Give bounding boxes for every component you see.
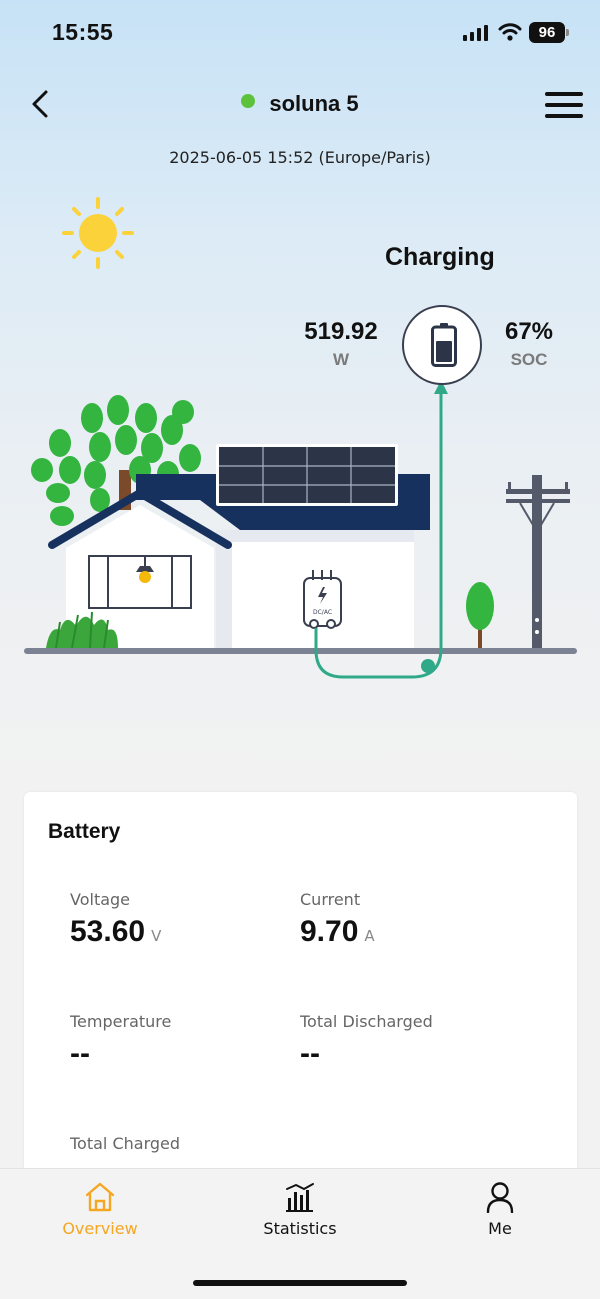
cellular-signal-icon [463,25,488,41]
inverter-label: DC/AC [313,609,332,616]
status-bar: 15:55 96 [0,0,600,66]
nav-overview-label: Overview [62,1219,138,1238]
current-value: 9.70 [300,915,359,948]
home-indicator [193,1280,407,1286]
home-icon [85,1182,115,1212]
battery-icon: 96 [529,22,569,43]
menu-icon[interactable] [545,92,583,118]
voltage-value: 53.60 [70,915,146,948]
nav-me[interactable]: Me [430,1181,570,1238]
wifi-icon [498,23,522,41]
soc-value: 67% [504,318,554,345]
battery-card-title: Battery [48,820,121,843]
timestamp: 2025-06-05 15:52 (Europe/Paris) [169,148,431,167]
nav-statistics-label: Statistics [263,1219,337,1238]
bar-chart-icon [286,1183,314,1212]
utility-pole-illustration [506,475,570,650]
current-unit: A [364,927,375,945]
charging-status: Charging [385,243,495,271]
total-charged-label: Total Charged [70,1134,181,1153]
total-charged-metric: Total Charged [70,1134,180,1153]
battery-soc-indicator[interactable] [402,305,482,385]
house-scene: DC/AC [24,380,577,679]
flow-dot [421,659,435,673]
device-name: soluna 5 [269,91,359,116]
device-title: soluna 5 [0,91,600,117]
battery-icon [431,323,457,367]
battery-power-unit: W [332,350,350,369]
temperature-metric: Temperature -- [70,1012,171,1071]
battery-power-value: 519.92 [304,318,378,345]
user-icon [486,1182,514,1213]
current-metric: Current 9.70 A [300,890,375,949]
inverter-icon: DC/AC [303,570,342,629]
total-discharged-label: Total Discharged [300,1012,433,1031]
nav-me-label: Me [488,1219,512,1238]
current-label: Current [300,890,361,909]
online-status-dot [241,94,256,108]
temperature-label: Temperature [70,1012,172,1031]
total-discharged-metric: Total Discharged -- [300,1012,433,1071]
voltage-metric: Voltage 53.60 V [70,890,161,949]
voltage-label: Voltage [70,890,131,909]
status-time: 15:55 [52,19,114,45]
temperature-value: -- [70,1037,90,1070]
sun-icon [62,197,134,269]
total-discharged-value: -- [300,1037,320,1070]
nav-overview[interactable]: Overview [30,1181,170,1238]
solar-panel-illustration [216,444,398,506]
soc-label: SOC [510,350,548,369]
nav-statistics[interactable]: Statistics [230,1181,370,1238]
voltage-unit: V [151,927,162,945]
small-tree-illustration [466,582,494,650]
battery-card: Battery Voltage 53.60 V Current 9.70 A Tem… [24,792,577,1212]
